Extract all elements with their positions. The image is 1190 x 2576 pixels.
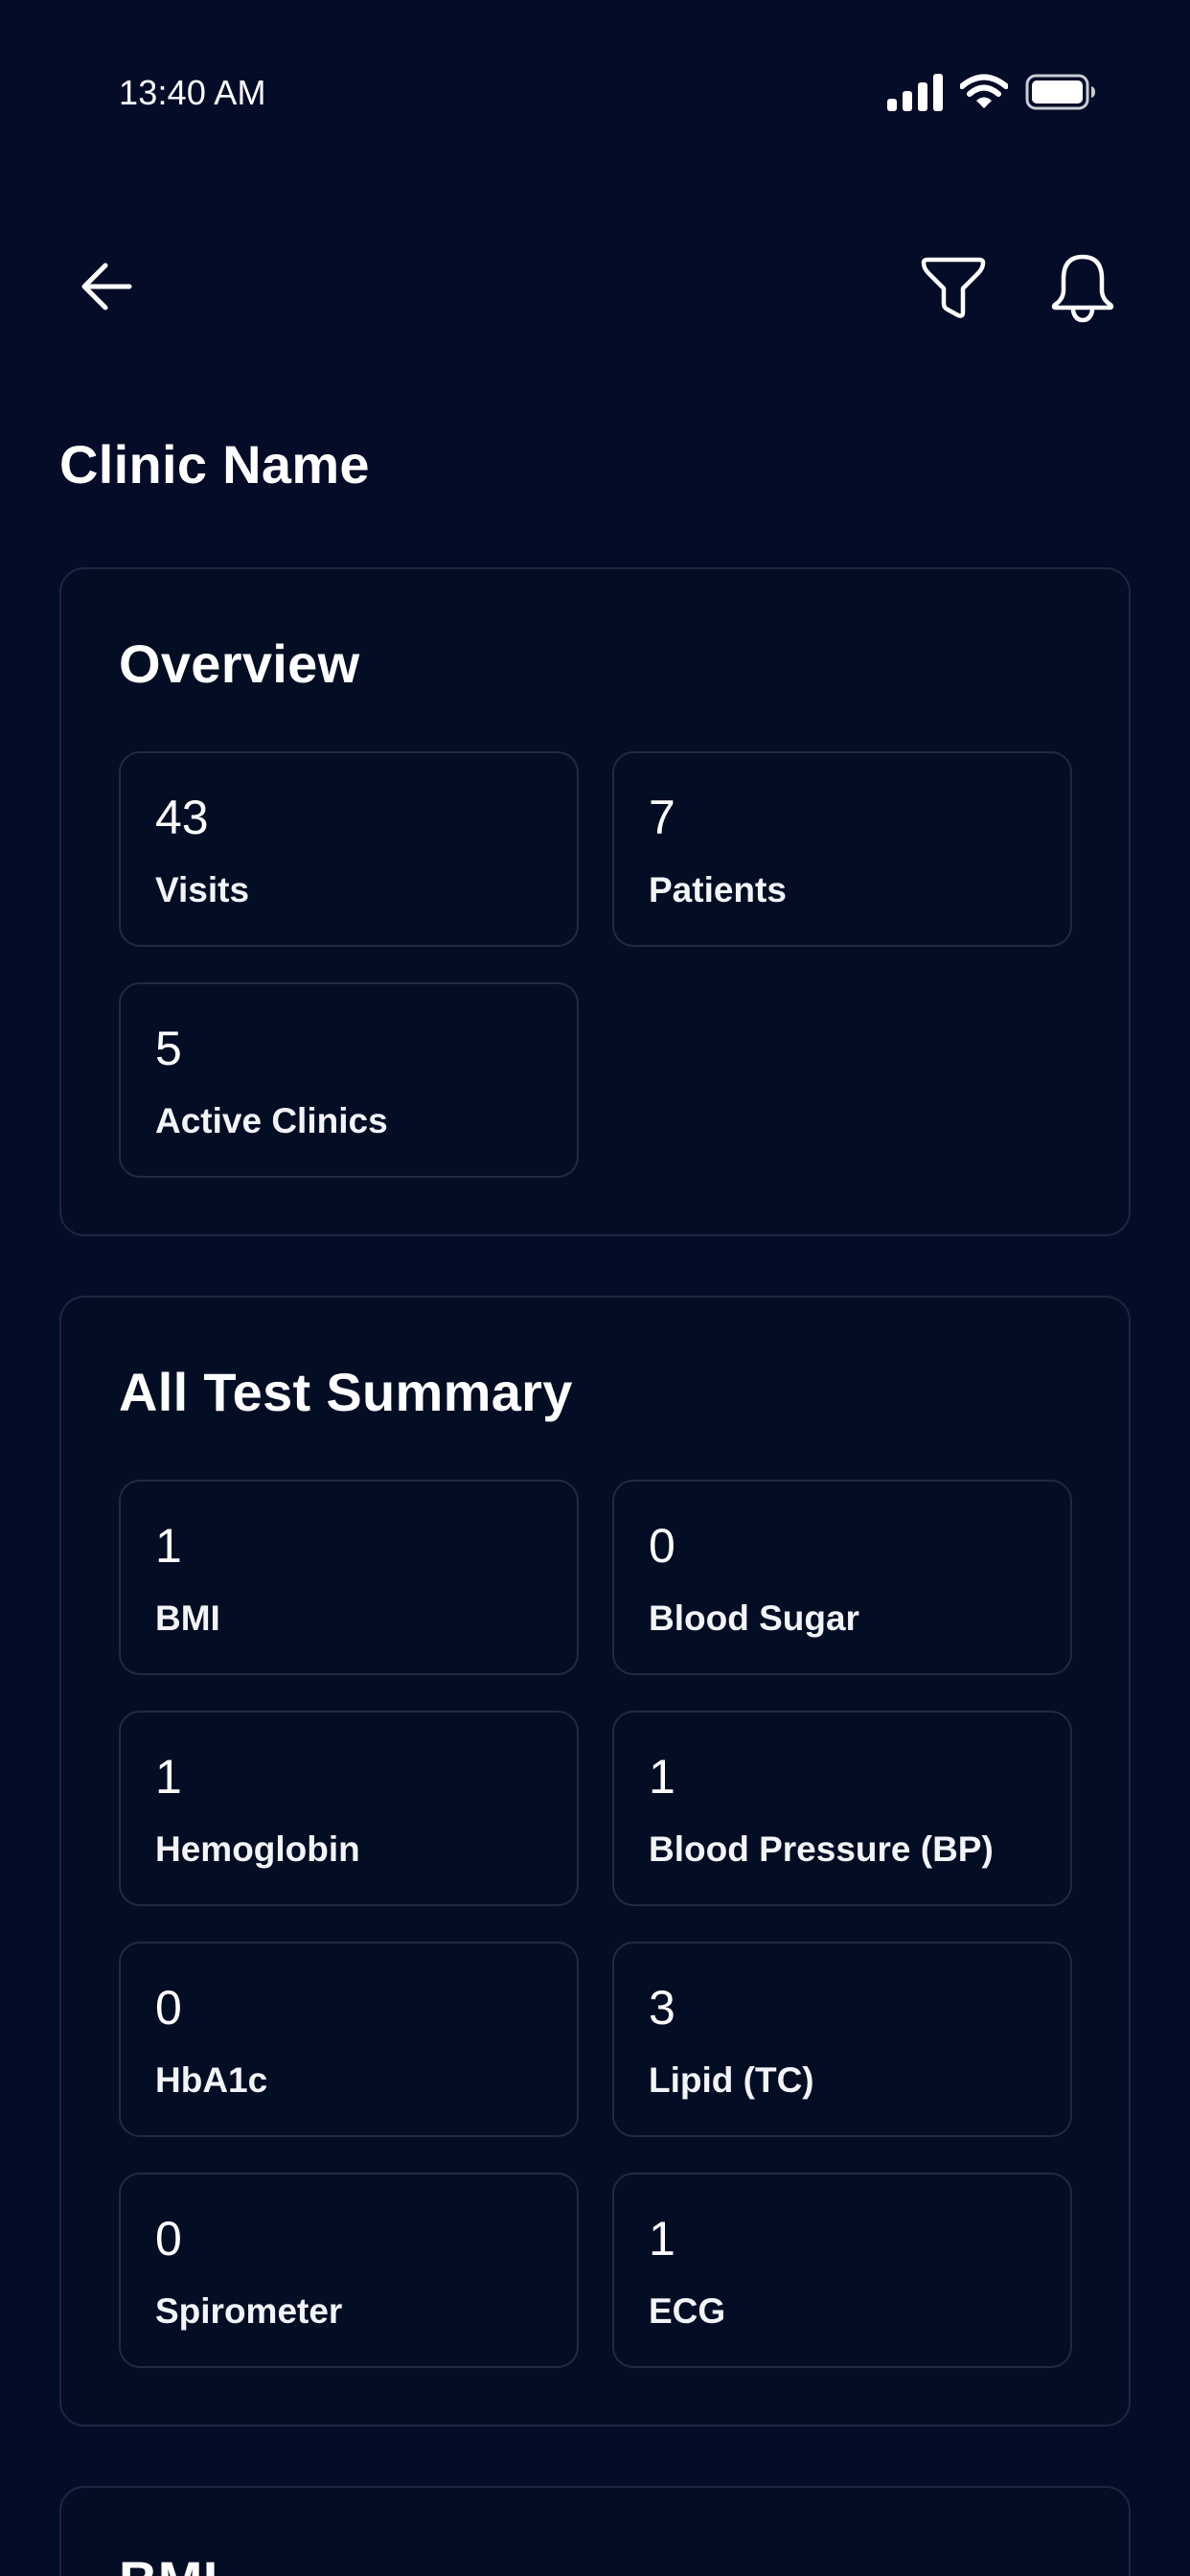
stat-label: Active Clinics	[155, 1101, 388, 1140]
test-label: ECG	[649, 2291, 726, 2331]
test-tile-ecg[interactable]: 1 ECG	[612, 2173, 1072, 2368]
test-label: Lipid (TC)	[649, 2060, 814, 2100]
stat-tile-patients[interactable]: 7 Patients	[612, 751, 1072, 947]
test-count: 0	[155, 1981, 182, 2035]
test-tile-lipid[interactable]: 3 Lipid (TC)	[612, 1942, 1072, 2137]
stat-tile-active-clinics[interactable]: 5 Active Clinics	[119, 982, 579, 1178]
signal-icon	[887, 73, 943, 116]
test-count: 0	[155, 2212, 182, 2266]
test-label: Blood Pressure (BP)	[649, 1829, 994, 1869]
test-count: 0	[649, 1519, 675, 1573]
battery-icon	[1025, 74, 1096, 115]
wifi-icon	[959, 74, 1009, 115]
test-count: 1	[649, 1750, 675, 1804]
test-label: Hemoglobin	[155, 1829, 360, 1869]
notifications-button[interactable]	[1044, 251, 1121, 330]
stat-tile-visits[interactable]: 43 Visits	[119, 751, 579, 947]
test-label: Blood Sugar	[649, 1598, 859, 1638]
filter-icon	[919, 257, 988, 325]
test-count: 1	[155, 1519, 182, 1573]
test-label: Spirometer	[155, 2291, 343, 2331]
test-count: 1	[649, 2212, 675, 2266]
filter-button[interactable]	[915, 254, 992, 327]
test-count: 1	[155, 1750, 182, 1804]
stat-value: 5	[155, 1022, 182, 1075]
stat-value: 7	[649, 791, 675, 844]
test-tile-bmi[interactable]: 1 BMI	[119, 1480, 579, 1675]
test-summary-title: All Test Summary	[119, 1362, 573, 1422]
test-tile-blood-sugar[interactable]: 0 Blood Sugar	[612, 1480, 1072, 1675]
test-label: BMI	[155, 1598, 220, 1638]
stat-label: Patients	[649, 870, 787, 909]
stat-value: 43	[155, 791, 209, 844]
bmi-section-title: BMI	[119, 2549, 218, 2576]
bell-icon	[1051, 253, 1114, 329]
stat-label: Visits	[155, 870, 250, 909]
clinic-dashboard-screen: 13:40 AM Clinic Name Overview 43 Visits …	[0, 0, 1190, 2576]
status-time: 13:40 AM	[119, 73, 266, 112]
bmi-card	[59, 2486, 1131, 2576]
test-tile-blood-pressure[interactable]: 1 Blood Pressure (BP)	[612, 1711, 1072, 1906]
page-title: Clinic Name	[59, 434, 370, 494]
overview-title: Overview	[119, 633, 360, 694]
test-tile-hemoglobin[interactable]: 1 Hemoglobin	[119, 1711, 579, 1906]
test-tile-hba1c[interactable]: 0 HbA1c	[119, 1942, 579, 2137]
test-tile-spirometer[interactable]: 0 Spirometer	[119, 2173, 579, 2368]
test-count: 3	[649, 1981, 675, 2035]
test-label: HbA1c	[155, 2060, 268, 2100]
arrow-left-icon	[80, 263, 133, 315]
status-icons	[887, 73, 1096, 115]
back-button[interactable]	[75, 257, 138, 320]
